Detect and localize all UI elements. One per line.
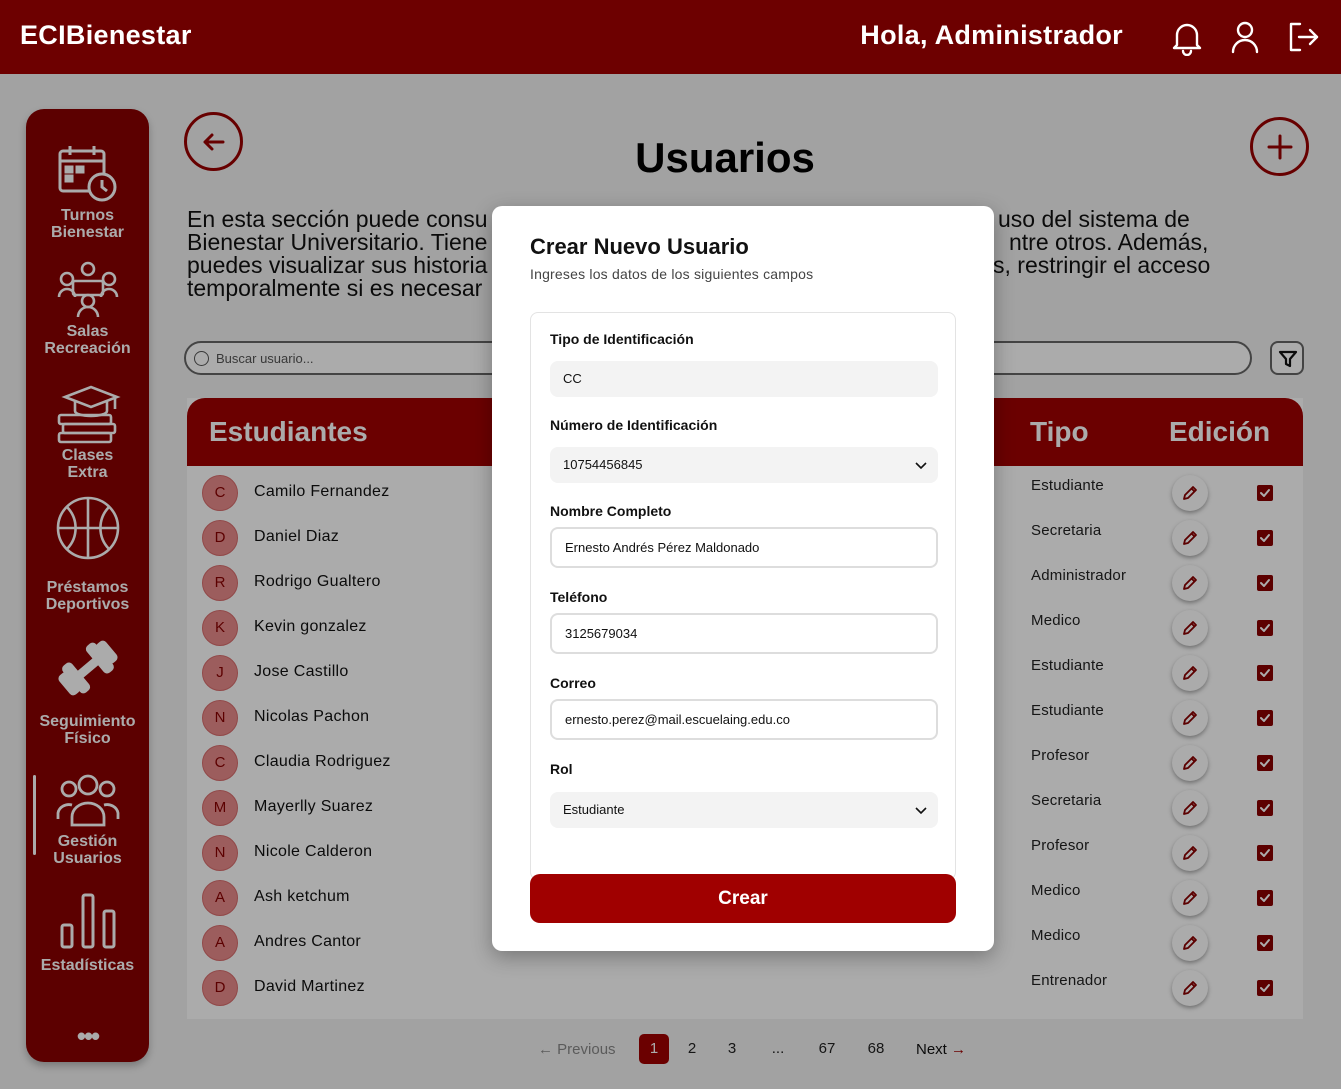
- bell-icon[interactable]: [1170, 18, 1204, 57]
- top-bar: ECIBienestar Hola, Administrador: [0, 0, 1341, 74]
- email-input[interactable]: ernesto.perez@mail.escuelaing.edu.co: [550, 699, 938, 740]
- logout-icon[interactable]: [1286, 18, 1320, 56]
- id-number-value: 10754456845: [563, 457, 643, 472]
- id-number-label: Número de Identificación: [550, 417, 718, 433]
- modal-subtitle: Ingreses los datos de los siguientes cam…: [530, 266, 814, 282]
- role-value: Estudiante: [563, 802, 625, 817]
- id-type-label: Tipo de Identificación: [550, 331, 694, 347]
- chevron-down-icon: [915, 462, 927, 470]
- email-label: Correo: [550, 675, 596, 691]
- role-select[interactable]: Estudiante: [550, 792, 938, 828]
- create-user-modal: Crear Nuevo Usuario Ingreses los datos d…: [492, 206, 994, 951]
- id-type-field[interactable]: CC: [550, 361, 938, 397]
- id-number-select[interactable]: 10754456845: [550, 447, 938, 483]
- create-button[interactable]: Crear: [530, 874, 956, 923]
- chevron-down-icon: [915, 807, 927, 815]
- role-label: Rol: [550, 761, 573, 777]
- create-user-form: Tipo de Identificación CC Número de Iden…: [530, 312, 956, 880]
- full-name-input[interactable]: Ernesto Andrés Pérez Maldonado: [550, 527, 938, 568]
- full-name-label: Nombre Completo: [550, 503, 672, 519]
- brand-logo[interactable]: ECIBienestar: [20, 20, 192, 51]
- phone-label: Teléfono: [550, 589, 608, 605]
- modal-title: Crear Nuevo Usuario: [530, 234, 749, 259]
- phone-input[interactable]: 3125679034: [550, 613, 938, 654]
- greeting-text: Hola, Administrador: [860, 20, 1123, 50]
- user-profile-icon[interactable]: [1228, 18, 1262, 56]
